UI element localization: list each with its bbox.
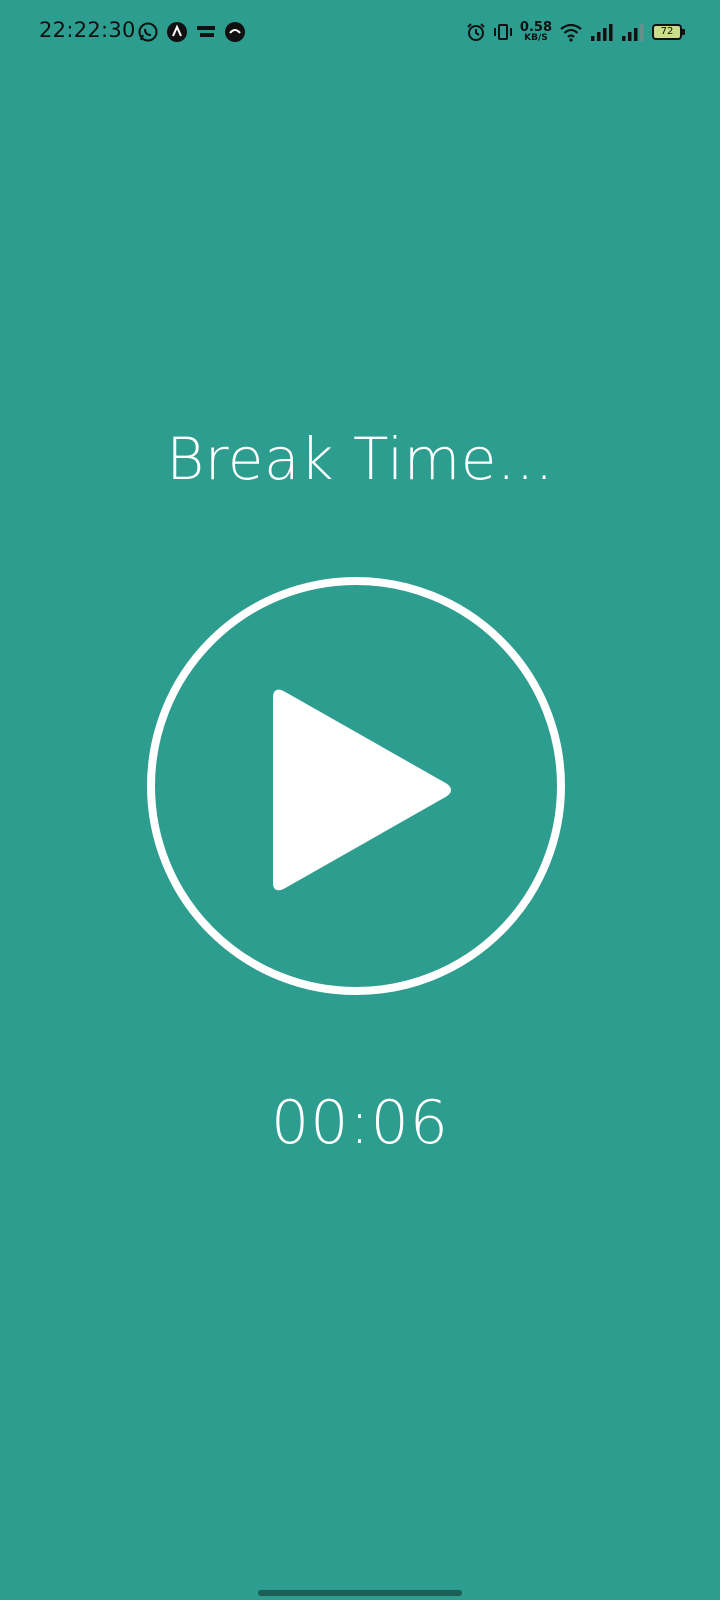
status-bar: 22:22:30 0.58 KB/S 72 xyxy=(0,0,720,64)
break-title: Break Time... xyxy=(166,425,554,493)
system-status-icons: 0.58 KB/S 72 xyxy=(466,20,685,44)
app-a-icon xyxy=(167,22,187,42)
wifi-icon xyxy=(560,23,582,42)
play-icon xyxy=(273,689,451,891)
network-speed: 0.58 KB/S xyxy=(520,21,552,43)
play-button[interactable] xyxy=(147,577,565,995)
battery-icon: 72 xyxy=(652,24,685,40)
battery-level: 72 xyxy=(660,26,674,37)
app-logo-icon xyxy=(225,22,245,42)
network-speed-unit: KB/S xyxy=(524,33,548,43)
signal-1-icon xyxy=(591,24,613,41)
globoplay-icon xyxy=(197,26,215,37)
vibrate-icon xyxy=(493,24,512,40)
signal-2-icon xyxy=(622,24,644,41)
home-indicator[interactable] xyxy=(258,1590,462,1596)
notification-icons xyxy=(137,21,246,43)
alarm-icon xyxy=(467,23,485,41)
whatsapp-icon xyxy=(138,22,158,42)
status-time: 22:22:30 xyxy=(39,18,136,42)
timer-display: 00:06 xyxy=(271,1088,449,1158)
